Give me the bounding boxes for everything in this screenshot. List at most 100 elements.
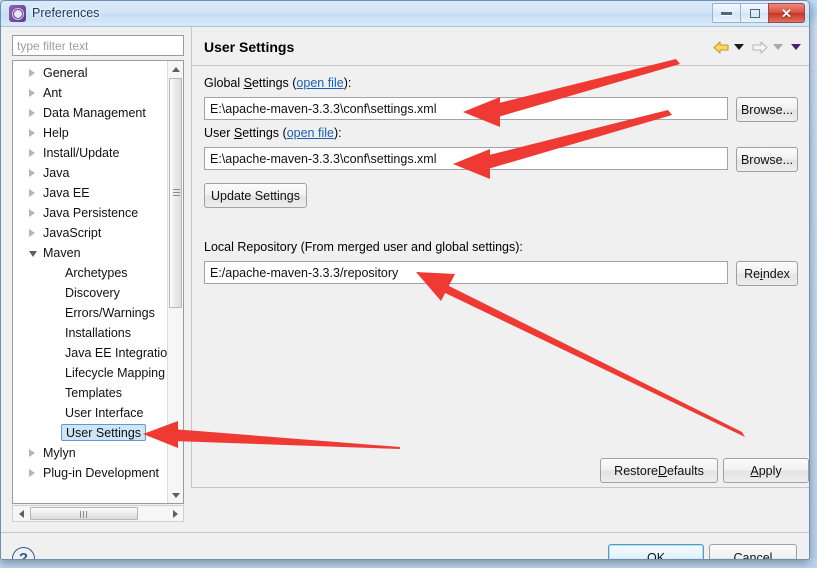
settings-content-panel: User Settings Global Settings (open file…: [191, 27, 809, 487]
global-settings-input[interactable]: E:\apache-maven-3.3.3\conf\settings.xml: [204, 97, 728, 120]
sidebar-item-java[interactable]: Java: [13, 163, 168, 183]
navigation-toolbar: [713, 38, 801, 56]
sidebar-item-label: Discovery: [65, 286, 120, 300]
chevron-right-icon[interactable]: [29, 89, 35, 97]
sidebar-item-label: Errors/Warnings: [65, 306, 155, 320]
minimize-icon[interactable]: [712, 3, 741, 23]
sidebar-item-help[interactable]: Help: [13, 123, 168, 143]
tree-item-list: General Ant Data Management Help Install/Upd…: [13, 63, 174, 483]
sidebar-item-label: Help: [43, 126, 69, 140]
sidebar-item-label: Installations: [65, 326, 132, 340]
forward-arrow-icon: [752, 40, 768, 54]
sidebar-item-java-persistence[interactable]: Java Persistence: [13, 203, 168, 223]
ok-button[interactable]: OK: [608, 544, 704, 559]
scroll-left-icon[interactable]: [13, 506, 29, 521]
help-question-icon[interactable]: ?: [12, 547, 35, 559]
chevron-right-icon[interactable]: [29, 469, 35, 477]
sidebar-item-label: Maven: [43, 246, 81, 260]
sidebar-item-label: Archetypes: [65, 266, 128, 280]
sidebar-item-label: General: [43, 66, 88, 80]
sidebar-item-installations[interactable]: Installations: [13, 323, 168, 343]
back-arrow-icon[interactable]: [713, 40, 729, 54]
back-history-chevron-down-icon[interactable]: [734, 44, 744, 50]
sidebar-item-user-settings[interactable]: User Settings: [13, 423, 168, 443]
scroll-up-icon[interactable]: [168, 61, 183, 77]
scroll-right-icon[interactable]: [167, 506, 183, 521]
sidebar-item-javascript[interactable]: JavaScript: [13, 223, 168, 243]
restore-defaults-button[interactable]: Restore Defaults: [600, 458, 718, 483]
sidebar-item-general[interactable]: General: [13, 63, 168, 83]
chevron-down-icon[interactable]: [29, 251, 37, 257]
sidebar-item-label: Java: [43, 166, 70, 180]
window-title: Preferences: [32, 6, 100, 20]
content-footer-divider: [191, 487, 809, 488]
sidebar-item-label: Mylyn: [43, 446, 76, 460]
chevron-right-icon[interactable]: [29, 169, 35, 177]
chevron-right-icon[interactable]: [29, 449, 35, 457]
sidebar-item-label: User Settings: [61, 424, 147, 441]
dialog-body: type filter text General Ant Data Manageme…: [1, 27, 809, 559]
forward-history-chevron-down-icon: [773, 44, 783, 50]
sidebar-item-label: Java EE Integration: [65, 346, 175, 360]
sidebar-item-install-update[interactable]: Install/Update: [13, 143, 168, 163]
sidebar-item-label: Data Management: [43, 106, 146, 120]
sidebar-item-label: User Interface: [65, 406, 144, 420]
global-settings-label: Global Settings (open file):: [204, 76, 352, 90]
sidebar-item-label: Plug-in Development: [43, 466, 160, 480]
chevron-right-icon[interactable]: [29, 229, 35, 237]
sidebar-item-templates[interactable]: Templates: [13, 383, 168, 403]
sidebar-item-java-ee[interactable]: Java EE: [13, 183, 168, 203]
header-divider: [192, 65, 809, 66]
chevron-right-icon[interactable]: [29, 149, 35, 157]
view-menu-chevron-down-icon[interactable]: [791, 44, 801, 50]
sidebar-item-maven[interactable]: Maven: [13, 243, 168, 263]
preferences-gear-icon: [9, 5, 26, 22]
update-settings-button[interactable]: Update Settings: [204, 183, 307, 208]
sidebar-item-plug-in-development[interactable]: Plug-in Development: [13, 463, 168, 483]
sidebar-item-user-interface[interactable]: User Interface: [13, 403, 168, 423]
sidebar-item-label: Templates: [65, 386, 122, 400]
user-settings-browse-button[interactable]: Browse...: [736, 147, 798, 172]
apply-button[interactable]: Apply: [723, 458, 809, 483]
sidebar-item-label: JavaScript: [43, 226, 102, 240]
close-icon[interactable]: ✕: [768, 3, 805, 23]
close-glyph: ✕: [781, 5, 792, 21]
preferences-dialog: Preferences ✕ type filter text General An…: [0, 0, 810, 560]
preferences-tree[interactable]: General Ant Data Management Help Install/Upd…: [12, 60, 184, 504]
sidebar-item-label: Java Persistence: [43, 206, 139, 220]
sidebar-item-label: Java EE: [43, 186, 90, 200]
sidebar-item-mylyn[interactable]: Mylyn: [13, 443, 168, 463]
user-settings-input[interactable]: E:\apache-maven-3.3.3\conf\settings.xml: [204, 147, 728, 170]
chevron-right-icon[interactable]: [29, 109, 35, 117]
global-settings-browse-button[interactable]: Browse...: [736, 97, 798, 122]
reindex-button[interactable]: Re i ndex: [736, 261, 798, 286]
filter-input[interactable]: type filter text: [12, 35, 184, 56]
tree-vscroll-thumb[interactable]: [169, 78, 182, 308]
sidebar-item-lifecycle-mapping[interactable]: Lifecycle Mapping: [13, 363, 168, 383]
sidebar-item-ant[interactable]: Ant: [13, 83, 168, 103]
scroll-down-icon[interactable]: [168, 487, 183, 503]
global-settings-open-file-link[interactable]: open file: [296, 76, 343, 90]
local-repository-input[interactable]: E:/apache-maven-3.3.3/repository: [204, 261, 728, 284]
title-bar[interactable]: Preferences ✕: [1, 1, 809, 27]
cancel-button[interactable]: Cancel: [709, 544, 797, 559]
sidebar-item-data-management[interactable]: Data Management: [13, 103, 168, 123]
sidebar-item-java-ee-integration[interactable]: Java EE Integration: [13, 343, 174, 363]
tree-horizontal-scrollbar[interactable]: [12, 505, 184, 522]
page-title: User Settings: [204, 39, 295, 55]
chevron-right-icon[interactable]: [29, 189, 35, 197]
tree-hscroll-thumb[interactable]: [30, 507, 138, 520]
user-settings-label: User Settings (open file):: [204, 126, 342, 140]
sidebar-item-label: Ant: [43, 86, 62, 100]
chevron-right-icon[interactable]: [29, 209, 35, 217]
chevron-right-icon[interactable]: [29, 69, 35, 77]
sidebar-item-errors-warnings[interactable]: Errors/Warnings: [13, 303, 168, 323]
local-repository-label: Local Repository (From merged user and g…: [204, 240, 523, 254]
user-settings-open-file-link[interactable]: open file: [287, 126, 334, 140]
restore-icon[interactable]: [740, 3, 769, 23]
dialog-footer: ? OK Cancel: [1, 533, 809, 559]
chevron-right-icon[interactable]: [29, 129, 35, 137]
sidebar-item-archetypes[interactable]: Archetypes: [13, 263, 168, 283]
tree-vertical-scrollbar[interactable]: [167, 61, 183, 503]
sidebar-item-discovery[interactable]: Discovery: [13, 283, 168, 303]
